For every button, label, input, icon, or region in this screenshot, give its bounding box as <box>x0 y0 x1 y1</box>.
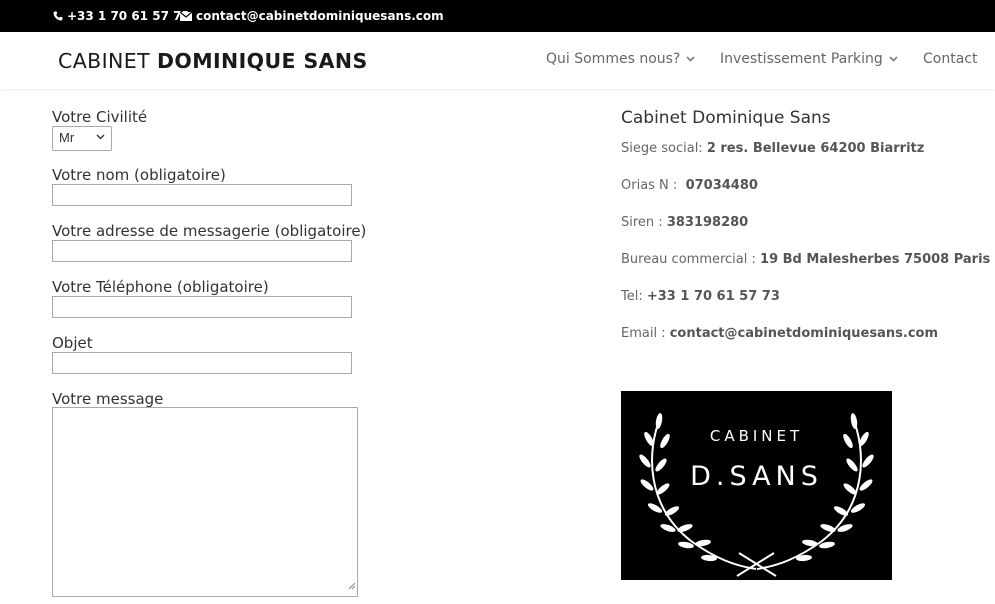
nom-label: Votre nom (obligatoire) <box>52 166 226 184</box>
objet-label: Objet <box>52 334 93 352</box>
objet-field[interactable] <box>52 352 352 374</box>
siege-label: Siege social: <box>621 141 707 156</box>
civilite-selected-value: Mr <box>59 130 75 145</box>
siren-line: Siren : 383198280 <box>621 215 748 230</box>
chevron-down-icon <box>889 54 898 65</box>
chevron-down-icon <box>96 132 105 143</box>
logo-image-dsans-text: D.SANS <box>690 461 823 492</box>
nom-field[interactable] <box>52 184 352 206</box>
orias-line: Orias N : 07034480 <box>621 178 758 193</box>
resize-handle-icon[interactable] <box>347 577 356 595</box>
chevron-down-icon <box>686 54 695 65</box>
logo-image-cabinet-text: CABINET <box>709 427 804 445</box>
cabinet-logo-image: CABINET D.SANS <box>621 391 892 580</box>
siege-social-line: Siege social: 2 res. Bellevue 64200 Biar… <box>621 141 924 156</box>
message-label: Votre message <box>52 390 164 408</box>
bureau-label: Bureau commercial : <box>621 252 761 267</box>
envelope-icon <box>180 11 192 21</box>
orias-value: 07034480 <box>685 178 758 193</box>
civilite-select[interactable]: Mr <box>52 126 112 151</box>
top-bar: +33 1 70 61 57 73 contact@cabinetdominiq… <box>0 0 995 32</box>
siren-label: Siren : <box>621 215 667 230</box>
tel-label: Tel: <box>621 289 647 304</box>
bureau-line: Bureau commercial : 19 Bd Malesherbes 75… <box>621 252 990 267</box>
siren-value: 383198280 <box>666 215 749 230</box>
email-line: Email : contact@cabinetdominiquesans.com <box>621 326 938 341</box>
sidebar-title: Cabinet Dominique Sans <box>621 108 831 128</box>
message-textarea[interactable] <box>52 407 358 597</box>
email-field[interactable] <box>52 240 352 262</box>
telephone-label: Votre Téléphone (obligatoire) <box>52 278 269 296</box>
civilite-label: Votre Civilité <box>52 108 148 126</box>
nav-item-qui-sommes-nous[interactable]: Qui Sommes nous? <box>546 51 695 67</box>
main-header: CABINET DOMINIQUE SANS Qui Sommes nous? … <box>0 32 995 89</box>
nav-item-label: Contact <box>923 51 978 67</box>
logo-text-bold: DOMINIQUE SANS <box>156 49 368 73</box>
email-value-side: contact@cabinetdominiquesans.com <box>669 326 938 341</box>
topbar-phone[interactable]: +33 1 70 61 57 73 <box>53 9 190 23</box>
tel-line: Tel: +33 1 70 61 57 73 <box>621 289 780 304</box>
siege-value: 2 res. Bellevue 64200 Biarritz <box>706 141 925 156</box>
topbar-phone-text: +33 1 70 61 57 73 <box>67 9 190 23</box>
nav-item-investissement-parking[interactable]: Investissement Parking <box>720 51 898 67</box>
tel-value: +33 1 70 61 57 73 <box>646 289 780 304</box>
site-logo[interactable]: CABINET DOMINIQUE SANS <box>58 49 368 73</box>
logo-text-light: CABINET <box>58 49 157 73</box>
email-label-side: Email : <box>621 326 670 341</box>
phone-icon <box>53 11 63 21</box>
telephone-field[interactable] <box>52 296 352 318</box>
topbar-email[interactable]: contact@cabinetdominiquesans.com <box>180 9 444 23</box>
email-label: Votre adresse de messagerie (obligatoire… <box>52 222 367 240</box>
bureau-value: 19 Bd Malesherbes 75008 Paris <box>760 252 991 267</box>
orias-label: Orias N : <box>621 178 686 193</box>
topbar-email-text: contact@cabinetdominiquesans.com <box>196 9 444 23</box>
nav-item-label: Investissement Parking <box>720 51 883 67</box>
nav-item-contact[interactable]: Contact <box>923 51 977 67</box>
nav-item-label: Qui Sommes nous? <box>546 51 681 67</box>
